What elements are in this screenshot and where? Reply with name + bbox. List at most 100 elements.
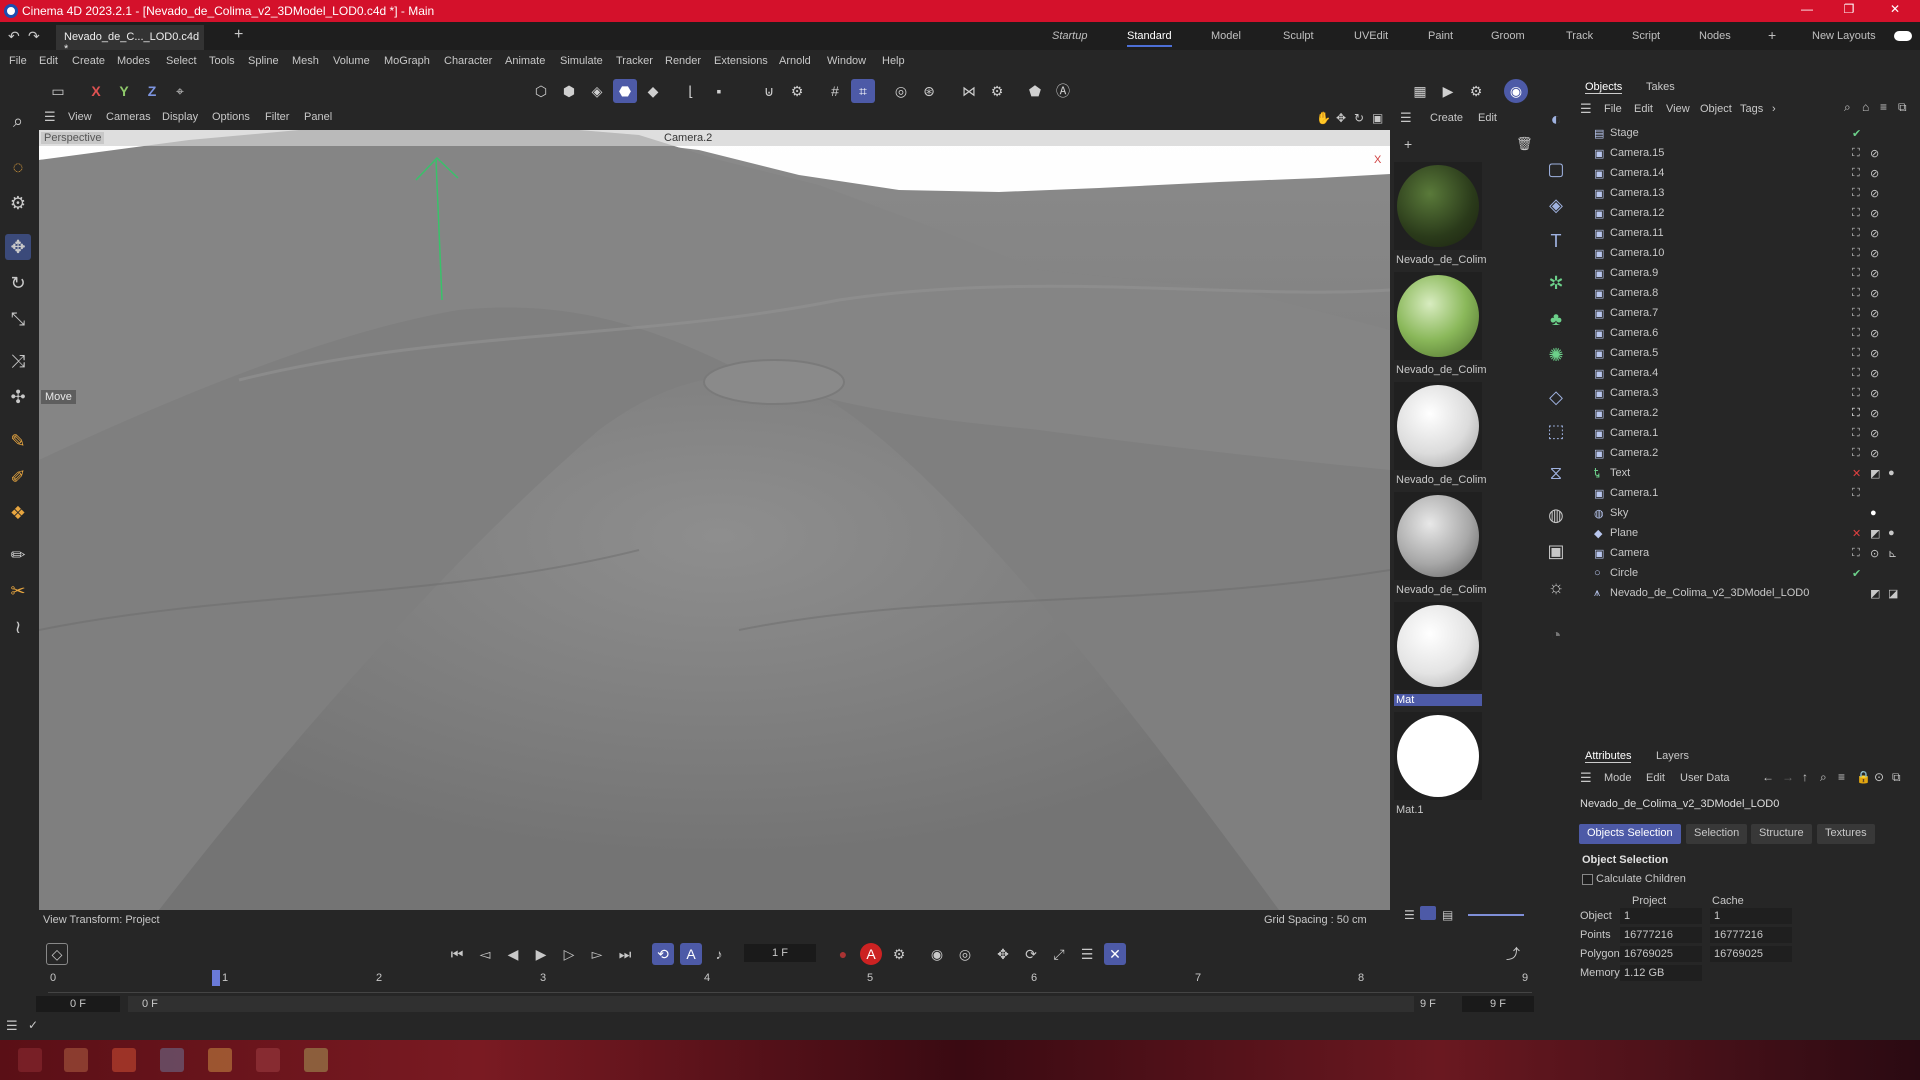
material-nevado-1[interactable]: Nevado_de_Colim <box>1394 162 1487 270</box>
move-tool-icon[interactable]: ✥ <box>5 234 31 260</box>
effector-icon[interactable]: ✺ <box>1543 342 1569 368</box>
large-view-icon[interactable]: ▤ <box>1442 908 1453 922</box>
delete-material-icon[interactable]: 🗑 <box>1516 136 1533 152</box>
taskbar-app-icon[interactable] <box>160 1048 184 1072</box>
workplane-icon[interactable]: ⌊ <box>679 79 703 103</box>
render-view-icon[interactable]: ▦ <box>1408 79 1432 103</box>
record-icon[interactable]: ● <box>832 943 854 965</box>
stitch-tool-icon[interactable]: ≀ <box>5 614 31 640</box>
model-mode-icon[interactable]: ⬣ <box>613 79 637 103</box>
new-window-icon[interactable]: ⧉ <box>1892 770 1901 785</box>
preview-range-bar[interactable] <box>128 996 1414 1012</box>
viewport-menu-panel[interactable]: Panel <box>304 111 332 123</box>
playhead-marker[interactable] <box>212 970 220 986</box>
quantize-icon[interactable]: ⌗ <box>851 79 875 103</box>
rotate-tool-icon[interactable]: ↻ <box>5 270 31 296</box>
sound-icon[interactable]: ♪ <box>708 943 730 965</box>
field-icon[interactable]: ⬚ <box>1543 418 1569 444</box>
viewport-menu-options[interactable]: Options <box>212 111 250 123</box>
menu-spline[interactable]: Spline <box>248 55 279 67</box>
tab-attributes[interactable]: Attributes <box>1585 750 1632 763</box>
grid-view-icon[interactable] <box>1420 906 1436 920</box>
layout-script[interactable]: Script <box>1632 30 1660 42</box>
object-row-nevado-model[interactable]: ⩚ Nevado_de_Colima_v2_3DModel_LOD0 ◩ ◪ <box>1576 584 1920 604</box>
symmetry-settings-icon[interactable]: ⚙ <box>985 79 1009 103</box>
spline-tools-icon[interactable]: ❖ <box>5 500 31 526</box>
settings-icon[interactable]: ⊙ <box>1874 770 1884 784</box>
generator-icon[interactable]: ✲ <box>1543 270 1569 296</box>
select-tool-icon[interactable]: ◌ <box>5 154 31 180</box>
subtab-selection[interactable]: Selection <box>1686 824 1748 844</box>
object-row-camera-3[interactable]: ▣ Camera.3 ⛶ ⊘ <box>1576 384 1920 404</box>
light-icon[interactable]: ☼ <box>1543 574 1569 600</box>
taskbar-app-icon[interactable] <box>112 1048 136 1072</box>
keyframe-settings-icon[interactable]: ⚙ <box>888 943 910 965</box>
status-menu-icon[interactable]: ☰ <box>6 1018 18 1034</box>
menu-mesh[interactable]: Mesh <box>292 55 319 67</box>
layout-nodes[interactable]: Nodes <box>1699 30 1731 42</box>
object-row-camera-12[interactable]: ▣ Camera.12 ⛶ ⊘ <box>1576 204 1920 224</box>
redo-icon[interactable]: ↷ <box>28 28 40 45</box>
next-key-icon[interactable]: ▻ <box>586 943 608 965</box>
viewport-menu-display[interactable]: Display <box>162 111 198 123</box>
subtab-structure[interactable]: Structure <box>1751 824 1812 844</box>
points-mode-icon[interactable]: ⬡ <box>529 79 553 103</box>
axis-mode-icon[interactable]: ▪ <box>707 79 731 103</box>
pan-view-icon[interactable]: ✋ <box>1316 111 1331 125</box>
live-select-settings-icon[interactable]: ⚙ <box>5 190 31 216</box>
start-frame-field[interactable]: 0 F <box>36 996 120 1012</box>
tweak-icon[interactable]: ⊛ <box>917 79 941 103</box>
home-icon[interactable]: ⌂ <box>1862 100 1869 114</box>
y-axis-lock-button[interactable]: Y <box>112 79 136 103</box>
sky-environment-icon[interactable]: ◍ <box>1543 502 1569 528</box>
menu-character[interactable]: Character <box>444 55 492 67</box>
object-row-camera-8[interactable]: ▣ Camera.8 ⛶ ⊘ <box>1576 284 1920 304</box>
object-row-camera[interactable]: ▣ Camera ⛶ ⊙ ⊾ <box>1576 544 1920 564</box>
chevron-right-icon[interactable]: › <box>1772 103 1776 115</box>
forward-arrow-icon[interactable]: → <box>1782 770 1794 784</box>
loop-icon[interactable]: ⟲ <box>652 943 674 965</box>
back-arrow-icon[interactable]: ← <box>1762 770 1774 784</box>
mograph-cloner-icon[interactable]: ♣ <box>1543 306 1569 332</box>
key-rotation-icon[interactable]: ◎ <box>954 943 976 965</box>
cube-outline-icon[interactable]: ▢ <box>1543 156 1569 182</box>
attribute-menu-user-data[interactable]: User Data <box>1680 772 1730 784</box>
menu-file[interactable]: File <box>9 55 27 67</box>
material-nevado-3[interactable]: Nevado_de_Colim <box>1394 382 1487 490</box>
object-menu-edit[interactable]: Edit <box>1634 103 1653 115</box>
menu-mograph[interactable]: MoGraph <box>384 55 430 67</box>
previous-frame-icon[interactable]: ◀ <box>502 943 524 965</box>
layout-standard[interactable]: Standard <box>1127 30 1172 47</box>
polygons-mode-icon[interactable]: ◈ <box>585 79 609 103</box>
up-arrow-icon[interactable]: ↑ <box>1802 770 1808 784</box>
current-frame-field[interactable]: 1 F <box>744 944 816 962</box>
text-icon[interactable]: T <box>1543 228 1569 254</box>
knife-tool-icon[interactable]: ✂ <box>5 578 31 604</box>
object-row-camera-1[interactable]: ▣ Camera.1 ⛶ ⊘ <box>1576 424 1920 444</box>
viewport-solo-icon[interactable]: ▭ <box>46 79 70 103</box>
object-menu-view[interactable]: View <box>1666 103 1690 115</box>
taskbar-app-icon[interactable] <box>64 1048 88 1072</box>
status-check-icon[interactable]: ✓ <box>28 1018 38 1032</box>
tab-objects[interactable]: Objects <box>1585 81 1623 94</box>
fcurve-icon[interactable]: ⤴ <box>1502 943 1524 965</box>
new-layouts-button[interactable]: New Layouts <box>1812 30 1876 42</box>
search-icon[interactable]: ⌕ <box>5 108 31 134</box>
spline-pen-icon[interactable]: ✎ <box>5 428 31 454</box>
edges-mode-icon[interactable]: ⬢ <box>557 79 581 103</box>
taskbar-app-icon[interactable] <box>256 1048 280 1072</box>
document-tab[interactable]: Nevado_de_C..._LOD0.c4d * <box>56 25 204 55</box>
autokey-icon[interactable]: A <box>860 943 882 965</box>
menu-select[interactable]: Select <box>166 55 197 67</box>
subtab-textures[interactable]: Textures <box>1817 824 1875 844</box>
layout-toggle[interactable] <box>1894 31 1912 41</box>
add-material-icon[interactable]: + <box>1404 136 1412 152</box>
camera-object-icon[interactable]: ▣ <box>1543 538 1569 564</box>
texture-mode-icon[interactable]: ◆ <box>641 79 665 103</box>
key-move-icon[interactable]: ✥ <box>992 943 1014 965</box>
key-position-icon[interactable]: ◉ <box>926 943 948 965</box>
filter-icon[interactable]: ≡ <box>1838 770 1845 784</box>
object-row-camera-10[interactable]: ▣ Camera.10 ⛶ ⊘ <box>1576 244 1920 264</box>
attribute-hamburger-icon[interactable]: ☰ <box>1580 770 1592 786</box>
end-frame-field[interactable]: 9 F <box>1462 996 1534 1012</box>
